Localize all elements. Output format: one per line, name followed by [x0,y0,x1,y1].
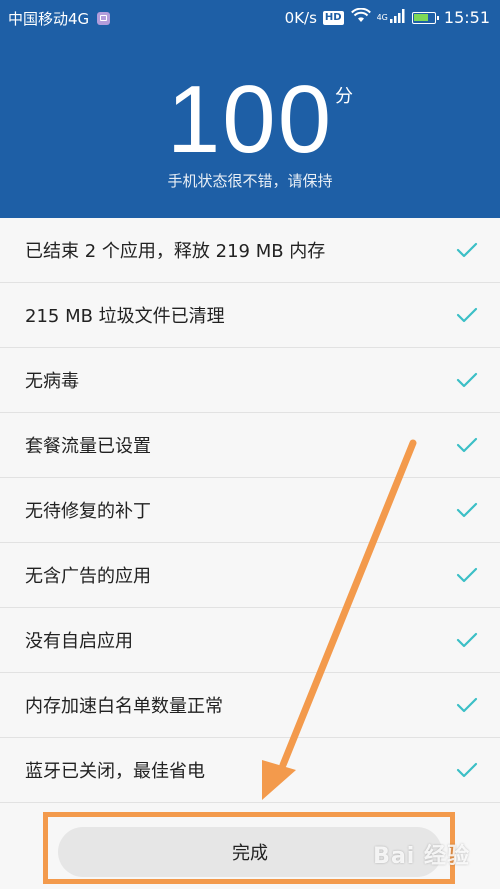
result-row: 蓝牙已关闭，最佳省电 [0,738,500,803]
result-row: 已结束 2 个应用，释放 219 MB 内存 [0,218,500,283]
check-icon [456,242,478,258]
result-label: 内存加速白名单数量正常 [25,696,223,717]
check-icon [456,632,478,648]
score-display: 100 分 [0,72,500,168]
check-icon [456,567,478,583]
result-label: 无病毒 [25,371,79,392]
score-value: 100 [166,66,334,173]
wifi-icon [350,7,371,27]
result-label: 无含广告的应用 [25,566,151,587]
result-label: 无待修复的补丁 [25,501,151,522]
check-icon [456,372,478,388]
image-notification-icon [97,12,111,25]
result-label: 蓝牙已关闭，最佳省电 [25,761,205,782]
network-type: 4G [376,13,388,22]
check-icon [456,502,478,518]
watermark: Bai 经验 [373,844,470,869]
result-label: 套餐流量已设置 [25,436,151,457]
result-row: 无病毒 [0,348,500,413]
result-row: 215 MB 垃圾文件已清理 [0,283,500,348]
score-subtitle: 手机状态很不错，请保持 [167,172,333,190]
check-icon [456,697,478,713]
clock: 15:51 [443,8,490,27]
check-icon [456,762,478,778]
result-row: 套餐流量已设置 [0,413,500,478]
result-row: 没有自启应用 [0,608,500,673]
network-speed: 0K/s [284,8,317,27]
check-icon [456,307,478,323]
hd-badge: HD [322,10,344,25]
results-list: 已结束 2 个应用，释放 219 MB 内存 215 MB 垃圾文件已清理 无病毒套… [0,218,500,803]
result-label: 215 MB 垃圾文件已清理 [25,306,225,327]
status-bar: 中国移动4G 0K/s HD 4G 15:51 [0,0,500,34]
check-icon [456,437,478,453]
result-row: 内存加速白名单数量正常 [0,673,500,738]
score-unit: 分 [335,86,353,107]
result-row: 无含广告的应用 [0,543,500,608]
header: 中国移动4G 0K/s HD 4G 15:51 100 分 手机状态很不错，请保… [0,0,500,218]
result-row: 无待修复的补丁 [0,478,500,543]
signal-icon [389,8,406,27]
result-label: 没有自启应用 [25,631,133,652]
result-label: 已结束 2 个应用，释放 219 MB 内存 [25,241,326,262]
carrier-label: 中国移动4G [8,10,90,28]
battery-icon [411,11,439,24]
